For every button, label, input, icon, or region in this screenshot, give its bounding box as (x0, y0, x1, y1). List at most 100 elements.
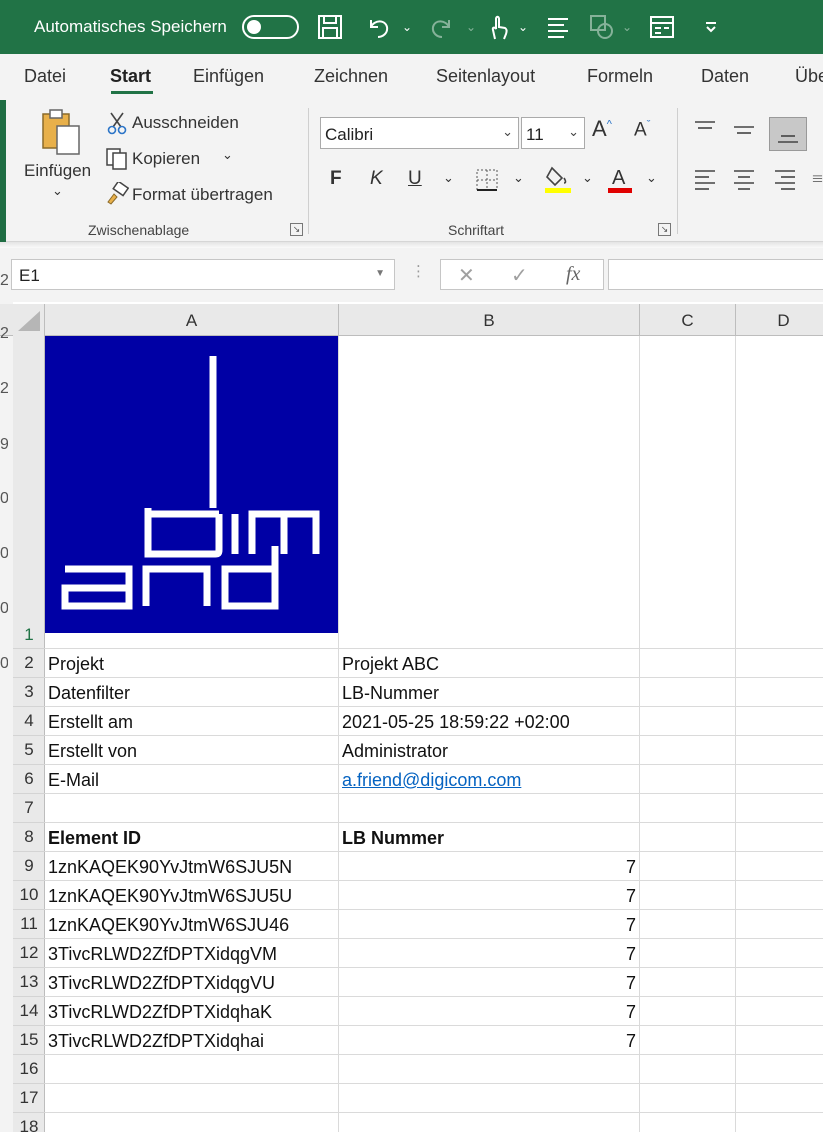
table-row-element-id[interactable]: 3TivcRLWD2ZfDPTXidqgVM (48, 944, 336, 965)
redo-dropdown-icon[interactable]: ⌄ (466, 20, 476, 34)
shapes-dropdown-icon[interactable]: ⌄ (622, 20, 632, 34)
indent-icon[interactable] (812, 168, 823, 192)
column-header-c[interactable]: C (640, 304, 736, 336)
row-header-11[interactable]: 11 (13, 910, 45, 939)
row-header-10[interactable]: 10 (13, 881, 45, 910)
row-header-13[interactable]: 13 (13, 968, 45, 997)
format-painter-icon[interactable] (104, 181, 130, 207)
table-row-lb-nummer[interactable]: 7 (342, 1031, 636, 1052)
table-row-element-id[interactable]: 3TivcRLWD2ZfDPTXidqhaK (48, 1002, 336, 1023)
font-color-dropdown-icon[interactable]: ⌄ (646, 170, 657, 186)
paste-icon[interactable] (38, 108, 84, 158)
cut-icon[interactable] (106, 111, 128, 135)
fill-color-dropdown-icon[interactable]: ⌄ (582, 170, 593, 186)
formula-bar-grip-icon[interactable]: ⋮ (411, 262, 426, 280)
row-header-17[interactable]: 17 (13, 1084, 45, 1113)
paste-dropdown-icon[interactable]: ⌄ (52, 183, 63, 199)
column-header-a[interactable]: A (45, 304, 339, 336)
email-link[interactable]: a.friend@digicom.com (342, 770, 636, 791)
header-element-id[interactable]: Element ID (48, 828, 336, 849)
align-right-icon[interactable] (773, 168, 797, 192)
table-row-element-id[interactable]: 3TivcRLWD2ZfDPTXidqhai (48, 1031, 336, 1052)
row-header-5[interactable]: 5 (13, 736, 45, 765)
cell-b4-value[interactable]: 2021-05-25 18:59:22 +02:00 (342, 712, 636, 733)
shrink-font-button[interactable]: Aˇ (634, 119, 650, 141)
save-icon[interactable] (316, 12, 344, 42)
undo-icon[interactable] (364, 12, 392, 42)
column-header-b[interactable]: B (339, 304, 640, 336)
row-header-16[interactable]: 16 (13, 1055, 45, 1084)
align-bottom-icon[interactable] (776, 122, 800, 146)
table-row-element-id[interactable]: 1znKAQEK90YvJtmW6SJU5U (48, 886, 336, 907)
tab-ueberpruefen[interactable]: Übe (795, 66, 823, 87)
italic-button[interactable]: K (370, 168, 383, 190)
row-header-14[interactable]: 14 (13, 997, 45, 1026)
tab-zeichnen[interactable]: Zeichnen (314, 66, 388, 87)
row-header-8[interactable]: 8 (13, 823, 45, 852)
row-header-15[interactable]: 15 (13, 1026, 45, 1055)
fill-color-icon[interactable] (544, 164, 572, 194)
copy-label[interactable]: Kopieren (132, 149, 200, 169)
cell-a2-label[interactable]: Projekt (48, 654, 336, 675)
underline-button[interactable]: U (408, 168, 422, 190)
row-header-12[interactable]: 12 (13, 939, 45, 968)
tab-einfuegen[interactable]: Einfügen (193, 66, 264, 87)
cut-label[interactable]: Ausschneiden (132, 113, 239, 133)
font-launcher-icon[interactable]: ↘ (658, 223, 671, 236)
tab-seitenlayout[interactable]: Seitenlayout (436, 66, 535, 87)
table-row-lb-nummer[interactable]: 7 (342, 857, 636, 878)
table-row-element-id[interactable]: 3TivcRLWD2ZfDPTXidqgVU (48, 973, 336, 994)
row-header-6[interactable]: 6 (13, 765, 45, 794)
table-row-lb-nummer[interactable]: 7 (342, 1002, 636, 1023)
cell-a6-label[interactable]: E-Mail (48, 770, 336, 791)
touch-mode-icon[interactable] (486, 12, 510, 42)
customize-toolbar-icon[interactable] (702, 12, 720, 42)
table-row-lb-nummer[interactable]: 7 (342, 915, 636, 936)
bold-button[interactable]: F (330, 168, 342, 190)
cell-b2-value[interactable]: Projekt ABC (342, 654, 636, 675)
header-lb-nummer[interactable]: LB Nummer (342, 828, 636, 849)
row-header-7[interactable]: 7 (13, 794, 45, 823)
row-header-2[interactable]: 2 (13, 649, 45, 678)
shapes-icon[interactable] (588, 12, 616, 42)
column-header-d[interactable]: D (736, 304, 823, 336)
tab-start[interactable]: Start (110, 66, 151, 87)
tab-formeln[interactable]: Formeln (587, 66, 653, 87)
table-row-lb-nummer[interactable]: 7 (342, 944, 636, 965)
paste-label[interactable]: Einfügen (24, 161, 91, 181)
cell-a4-label[interactable]: Erstellt am (48, 712, 336, 733)
enter-icon[interactable]: ✓ (511, 263, 528, 288)
underline-dropdown-icon[interactable]: ⌄ (443, 170, 454, 186)
table-row-element-id[interactable]: 1znKAQEK90YvJtmW6SJU46 (48, 915, 336, 936)
table-row-lb-nummer[interactable]: 7 (342, 973, 636, 994)
row-header-9[interactable]: 9 (13, 852, 45, 881)
list-icon[interactable] (545, 12, 571, 42)
form-icon[interactable] (648, 12, 676, 42)
cell-b5-value[interactable]: Administrator (342, 741, 636, 762)
cell-b3-value[interactable]: LB-Nummer (342, 683, 636, 704)
font-color-icon[interactable]: A (606, 164, 634, 194)
row-header-4[interactable]: 4 (13, 707, 45, 736)
tab-datei[interactable]: Datei (24, 66, 66, 87)
formula-input[interactable] (608, 259, 823, 290)
copy-dropdown-icon[interactable]: ⌄ (222, 147, 233, 163)
align-center-icon[interactable] (732, 168, 756, 192)
font-name-select[interactable]: Calibri ⌄ (320, 117, 519, 149)
autosave-toggle[interactable] (242, 15, 299, 39)
cell-a3-label[interactable]: Datenfilter (48, 683, 336, 704)
clipboard-launcher-icon[interactable]: ↘ (290, 223, 303, 236)
tab-daten[interactable]: Daten (701, 66, 749, 87)
border-dropdown-icon[interactable]: ⌄ (513, 170, 524, 186)
grow-font-button[interactable]: A^ (592, 116, 612, 142)
format-painter-label[interactable]: Format übertragen (132, 185, 273, 205)
border-icon[interactable] (474, 167, 500, 193)
align-middle-icon[interactable] (732, 118, 756, 142)
cancel-icon[interactable]: ✕ (458, 263, 475, 288)
row-header-1[interactable]: 1 (13, 336, 45, 649)
copy-icon[interactable] (104, 146, 130, 172)
name-box[interactable]: E1 ▼ (11, 259, 395, 290)
row-header-3[interactable]: 3 (13, 678, 45, 707)
undo-dropdown-icon[interactable]: ⌄ (402, 20, 412, 34)
row-header-18[interactable]: 18 (13, 1113, 45, 1132)
insert-function-icon[interactable]: fx (566, 263, 580, 286)
